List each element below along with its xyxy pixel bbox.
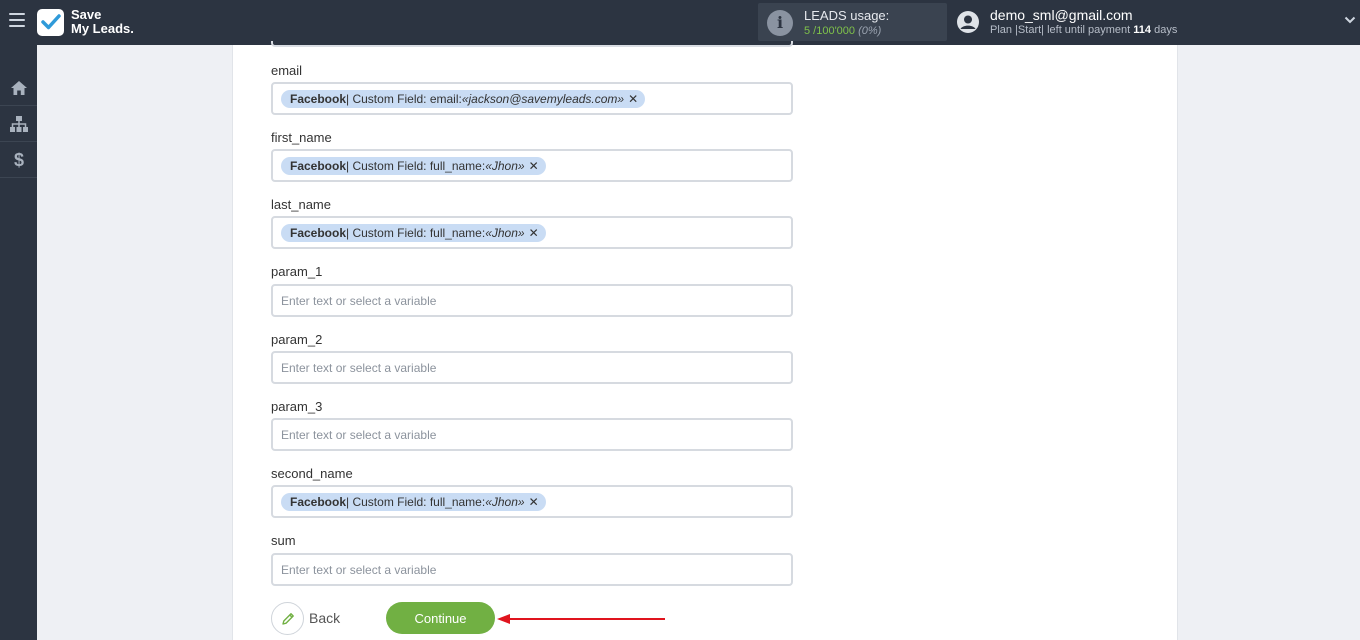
- continue-button[interactable]: Continue: [386, 602, 495, 634]
- field-sum[interactable]: Enter text or select a variable: [271, 553, 793, 586]
- field-first-name[interactable]: Facebook | Custom Field: full_name: «Jho…: [271, 149, 793, 182]
- field-label-second-name: second_name: [271, 466, 353, 481]
- leads-usage-panel: i LEADS usage: 5 /100'000 (0%): [758, 3, 947, 41]
- chevron-down-icon[interactable]: [1344, 14, 1356, 26]
- field-placeholder: Enter text or select a variable: [281, 562, 437, 577]
- svg-text:$: $: [13, 150, 23, 170]
- user-avatar-icon[interactable]: [956, 10, 980, 34]
- user-email[interactable]: demo_sml@gmail.com: [990, 7, 1133, 23]
- variable-tag: Facebook | Custom Field: full_name: «Jho…: [281, 223, 546, 242]
- checkmark-logo-icon: [37, 8, 64, 36]
- field-label-first-name: first_name: [271, 130, 332, 145]
- logo-text: Save My Leads.: [71, 7, 134, 36]
- sidebar-item-home[interactable]: [0, 70, 37, 106]
- dollar-icon: $: [13, 150, 23, 170]
- sidebar-item-connections[interactable]: [0, 106, 37, 142]
- remove-tag-icon[interactable]: ✕: [529, 226, 539, 240]
- main-panel: email Facebook | Custom Field: email: «j…: [232, 41, 1178, 640]
- variable-tag: Facebook | Custom Field: full_name: «Jho…: [281, 156, 546, 175]
- red-arrow-annotation: [497, 614, 665, 624]
- variable-tag: Facebook | Custom Field: email: «jackson…: [281, 89, 646, 108]
- field-param-2[interactable]: Enter text or select a variable: [271, 351, 793, 384]
- field-label-email: email: [271, 63, 303, 78]
- field-label-sum: sum: [271, 533, 296, 548]
- home-icon: [10, 80, 27, 95]
- menu-icon[interactable]: [9, 13, 25, 29]
- info-icon: i: [767, 10, 793, 36]
- field-label-last-name: last_name: [271, 197, 331, 212]
- sidebar: $: [0, 45, 37, 640]
- back-button[interactable]: [271, 602, 304, 635]
- field-param-1[interactable]: Enter text or select a variable: [271, 284, 793, 317]
- field-label-param-1: param_1: [271, 264, 323, 279]
- plan-days: 114: [1133, 24, 1152, 36]
- sitemap-icon: [9, 115, 28, 132]
- field-placeholder: Enter text or select a variable: [281, 293, 437, 308]
- back-label[interactable]: Back: [309, 610, 340, 626]
- remove-tag-icon[interactable]: ✕: [529, 159, 539, 173]
- usage-percent: (0%): [858, 25, 882, 37]
- previous-field-edge: [271, 41, 793, 47]
- usage-value: 5 /100'000 (0%): [804, 25, 881, 37]
- variable-tag: Facebook | Custom Field: full_name: «Jho…: [281, 492, 546, 511]
- field-placeholder: Enter text or select a variable: [281, 360, 437, 375]
- field-label-param-3: param_3: [271, 399, 323, 414]
- usage-label: LEADS usage:: [804, 8, 890, 23]
- field-label-param-2: param_2: [271, 332, 323, 347]
- pencil-icon: [281, 612, 294, 625]
- field-placeholder: Enter text or select a variable: [281, 427, 437, 442]
- plan-info: Plan |Start| left until payment 114 days: [990, 24, 1178, 36]
- field-param-3[interactable]: Enter text or select a variable: [271, 418, 793, 451]
- usage-count: 5 /100'000: [804, 25, 856, 37]
- logo[interactable]: Save My Leads.: [37, 6, 134, 38]
- sidebar-item-billing[interactable]: $: [0, 142, 37, 178]
- remove-tag-icon[interactable]: ✕: [628, 92, 638, 106]
- top-bar: Save My Leads. i LEADS usage: 5 /100'000…: [0, 0, 1360, 45]
- field-second-name[interactable]: Facebook | Custom Field: full_name: «Jho…: [271, 485, 793, 518]
- field-email[interactable]: Facebook | Custom Field: email: «jackson…: [271, 82, 793, 115]
- remove-tag-icon[interactable]: ✕: [529, 495, 539, 509]
- field-last-name[interactable]: Facebook | Custom Field: full_name: «Jho…: [271, 216, 793, 249]
